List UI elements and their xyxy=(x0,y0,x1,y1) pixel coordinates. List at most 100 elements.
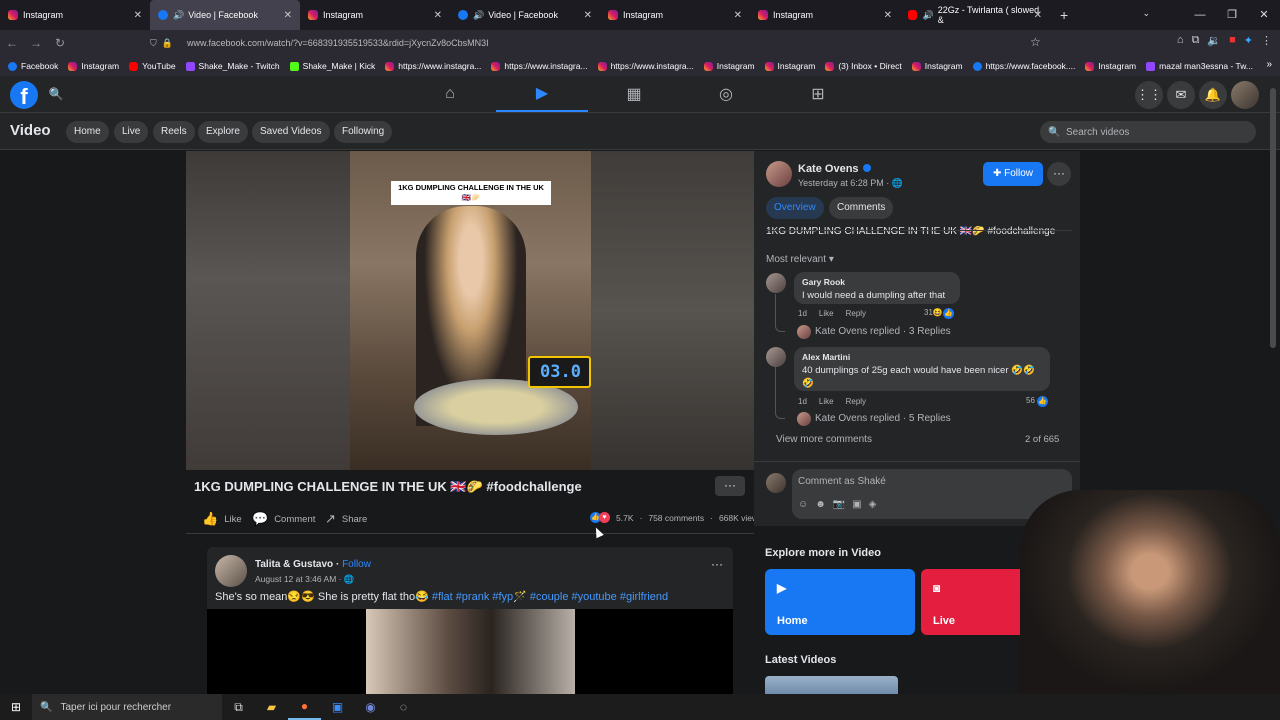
pill-live[interactable]: Live xyxy=(114,121,149,143)
address-bar[interactable]: ⛉ 🔒 www.facebook.com/watch/?v=6683919355… xyxy=(150,32,1050,54)
nav-marketplace-icon[interactable]: ▦ xyxy=(588,76,680,112)
bookmark-twitch[interactable]: Shake_Make - Twitch xyxy=(185,61,280,71)
commenter-avatar[interactable] xyxy=(766,347,786,367)
windows-start-icon[interactable]: ⊞ xyxy=(0,700,32,714)
comment-like-link[interactable]: Like xyxy=(819,309,834,318)
browser-tab[interactable]: 🔊 22Gz - Twirlanta ( slowed & ✕ xyxy=(900,0,1050,30)
nav-gaming-icon[interactable]: ⊞ xyxy=(772,76,864,112)
avatar-sticker-icon[interactable]: ☺ xyxy=(798,499,808,510)
comment-reaction-count[interactable]: 56 👍 xyxy=(1026,396,1049,407)
comment-reply-link[interactable]: Reply xyxy=(846,309,866,318)
scrollbar[interactable] xyxy=(1270,88,1276,348)
pill-following[interactable]: Following xyxy=(334,121,393,143)
messenger-icon[interactable]: ✉ xyxy=(1167,81,1195,109)
new-tab-icon[interactable]: + xyxy=(1060,7,1068,23)
hashtag-link[interactable]: #foodchallenge xyxy=(987,226,1055,237)
comment-count[interactable]: 758 comments xyxy=(648,513,704,523)
comment-like-link[interactable]: Like xyxy=(819,397,834,406)
sticker-icon[interactable]: ◈ xyxy=(869,499,877,510)
extensions-icon[interactable]: ⧉ xyxy=(1192,34,1200,47)
browser-tab[interactable]: Instagram ✕ xyxy=(750,0,900,30)
follow-button[interactable]: ✚ Follow xyxy=(983,162,1043,186)
firefox-icon[interactable]: ● xyxy=(288,694,321,720)
minimize-icon[interactable]: — xyxy=(1184,0,1216,30)
bookmark-kick[interactable]: Shake_Make | Kick xyxy=(289,61,375,71)
close-icon[interactable]: ✕ xyxy=(734,10,742,21)
post-hashtags[interactable]: #flat #prank #fyp🪄 #couple #youtube #gir… xyxy=(432,591,668,603)
taskbar-search-input[interactable]: 🔍 Taper ici pour rechercher xyxy=(32,694,222,720)
tab-list-chevron-icon[interactable]: ⌄ xyxy=(1142,8,1150,19)
more-bookmarks-icon[interactable]: » xyxy=(1266,59,1272,70)
view-replies-link[interactable]: Kate Ovens replied · 5 Replies xyxy=(815,413,951,424)
bookmark-twitch[interactable]: mazal man3essna - Tw... xyxy=(1146,61,1253,71)
search-icon[interactable]: 🔍 xyxy=(44,82,68,106)
gif-icon[interactable]: ▣ xyxy=(852,499,861,510)
pill-explore[interactable]: Explore xyxy=(198,121,248,143)
pill-reels[interactable]: Reels xyxy=(153,121,195,143)
comment-author[interactable]: Gary Rook xyxy=(802,276,952,289)
close-icon[interactable]: ✕ xyxy=(134,10,142,21)
close-icon[interactable]: ✕ xyxy=(1034,10,1042,21)
post-author-avatar[interactable] xyxy=(215,555,247,587)
reload-icon[interactable]: ↻ xyxy=(48,36,72,50)
latest-video-thumbnail[interactable] xyxy=(765,676,898,696)
author-avatar[interactable] xyxy=(766,161,792,187)
speaker-icon[interactable]: 🔊 xyxy=(473,10,484,21)
reactions-icons[interactable]: 👍 ♥ xyxy=(590,512,610,523)
nav-groups-icon[interactable]: ◎ xyxy=(680,76,772,112)
emoji-icon[interactable]: ☻ xyxy=(815,499,826,510)
tab-overview[interactable]: Overview xyxy=(766,197,824,219)
more-options-button[interactable]: ··· xyxy=(1047,162,1071,186)
post-more-icon[interactable]: ··· xyxy=(711,557,723,571)
video-player[interactable]: 1KG DUMPLING CHALLENGE IN THE UK 🇬🇧🥟 03.… xyxy=(186,151,754,470)
like-button[interactable]: 👍 Like xyxy=(202,511,242,527)
bookmark-instagram[interactable]: Instagram xyxy=(764,61,815,71)
nav-home-icon[interactable]: ⌂ xyxy=(404,76,496,112)
close-icon[interactable]: ✕ xyxy=(584,10,592,21)
bookmark-instagram-link[interactable]: https://www.instagra... xyxy=(597,61,694,71)
back-icon[interactable]: ← xyxy=(0,36,24,50)
discord-icon[interactable]: ◉ xyxy=(354,700,387,714)
view-replies-link[interactable]: Kate Ovens replied · 3 Replies xyxy=(815,326,951,337)
sort-dropdown[interactable]: Most relevant ▾ xyxy=(766,254,834,265)
facebook-logo[interactable]: f xyxy=(10,81,38,109)
app-circle-icon[interactable]: ◌ xyxy=(387,700,420,714)
volume-icon[interactable]: 🔉 xyxy=(1207,34,1221,47)
bookmark-instagram[interactable]: Instagram xyxy=(703,61,755,71)
bookmark-instagram-link[interactable]: https://www.instagra... xyxy=(385,61,481,71)
view-more-comments-link[interactable]: View more comments xyxy=(776,434,872,445)
close-icon[interactable]: ✕ xyxy=(434,10,442,21)
bookmark-youtube[interactable]: YouTube xyxy=(129,61,176,71)
pill-saved-videos[interactable]: Saved Videos xyxy=(252,121,330,143)
close-icon[interactable]: ✕ xyxy=(884,10,892,21)
post-follow-link[interactable]: Follow xyxy=(342,559,371,570)
menu-icon[interactable]: ⋮ xyxy=(1261,34,1272,47)
extension-red-icon[interactable]: ■ xyxy=(1229,34,1236,47)
search-videos-input[interactable]: 🔍 Search videos xyxy=(1040,121,1256,143)
speaker-icon[interactable]: 🔊 xyxy=(173,10,184,21)
share-button[interactable]: ↗ Share xyxy=(325,511,367,527)
post-video[interactable] xyxy=(207,609,733,697)
explore-card-home[interactable]: ▶ Home xyxy=(765,569,915,635)
bookmark-instagram-link[interactable]: https://www.instagra... xyxy=(491,61,588,71)
browser-tab[interactable]: Instagram ✕ xyxy=(300,0,450,30)
home-icon[interactable]: ⌂ xyxy=(1177,34,1184,47)
browser-tab[interactable]: Instagram ✕ xyxy=(600,0,750,30)
browser-tab-active[interactable]: 🔊 Video | Facebook ✕ xyxy=(150,0,300,30)
bookmark-instagram[interactable]: Instagram xyxy=(68,61,119,71)
extension-blue-icon[interactable]: ✦ xyxy=(1244,34,1253,47)
shield-icon[interactable]: ⛉ xyxy=(150,38,157,49)
comment-author[interactable]: Alex Martini xyxy=(802,351,1042,364)
forward-icon[interactable]: → xyxy=(24,36,48,50)
more-options-button[interactable]: ··· xyxy=(715,476,745,496)
browser-tab[interactable]: 🔊 Video | Facebook ✕ xyxy=(450,0,600,30)
restore-icon[interactable]: ❐ xyxy=(1216,0,1248,30)
speaker-icon[interactable]: 🔊 xyxy=(922,10,933,21)
commenter-avatar[interactable] xyxy=(766,273,786,293)
url-text[interactable]: www.facebook.com/watch/?v=66839193551953… xyxy=(187,38,489,48)
close-icon[interactable]: ✕ xyxy=(284,10,292,21)
bookmark-facebook-link[interactable]: https://www.facebook.... xyxy=(972,61,1075,71)
tab-comments[interactable]: Comments xyxy=(829,197,894,219)
lock-icon[interactable]: 🔒 xyxy=(162,38,173,49)
profile-avatar[interactable] xyxy=(1231,81,1259,109)
